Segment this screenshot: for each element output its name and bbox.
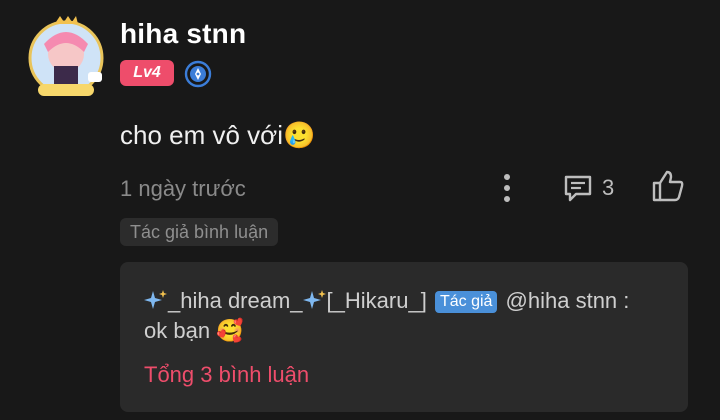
author-badge: Tác giả: [434, 291, 498, 313]
author-comment-tag: Tác giả bình luận: [120, 218, 279, 246]
reply-count: 3: [602, 175, 615, 200]
view-all-replies-link[interactable]: Tổng 3 bình luận: [144, 362, 309, 388]
reply-button[interactable]: 3: [562, 170, 614, 206]
verified-pen-icon: [184, 60, 212, 88]
reply-author-prefix[interactable]: _hiha dream_: [168, 288, 303, 313]
more-vertical-icon: [504, 174, 510, 202]
avatar[interactable]: [26, 14, 106, 100]
comment-body: cho em vô với: [120, 120, 283, 150]
reply-emoji: 🥰: [216, 319, 244, 344]
sparkles-icon: [144, 289, 168, 311]
reply-preview[interactable]: _hiha dream_ [_Hikaru_] Tác giả @hiha st…: [120, 262, 688, 412]
reply-content: _hiha dream_ [_Hikaru_] Tác giả @hiha st…: [144, 286, 674, 347]
comment-timestamp: 1 ngày trước: [120, 176, 246, 201]
comment-icon: [564, 175, 592, 202]
sparkles-icon: [302, 289, 327, 311]
level-badge: Lv4: [120, 60, 174, 86]
like-button[interactable]: [650, 168, 686, 204]
comment-emoji: 🥲: [283, 121, 316, 151]
comment-text: cho em vô với🥲: [120, 120, 315, 151]
more-options-button[interactable]: [494, 170, 520, 206]
username[interactable]: hiha stnn: [120, 18, 246, 50]
reply-text: ok bạn: [144, 318, 211, 343]
reply-author-suffix[interactable]: [_Hikaru_]: [327, 288, 427, 313]
thumbs-up-icon: [652, 170, 684, 202]
reply-mention[interactable]: @hiha stnn :: [506, 288, 630, 313]
